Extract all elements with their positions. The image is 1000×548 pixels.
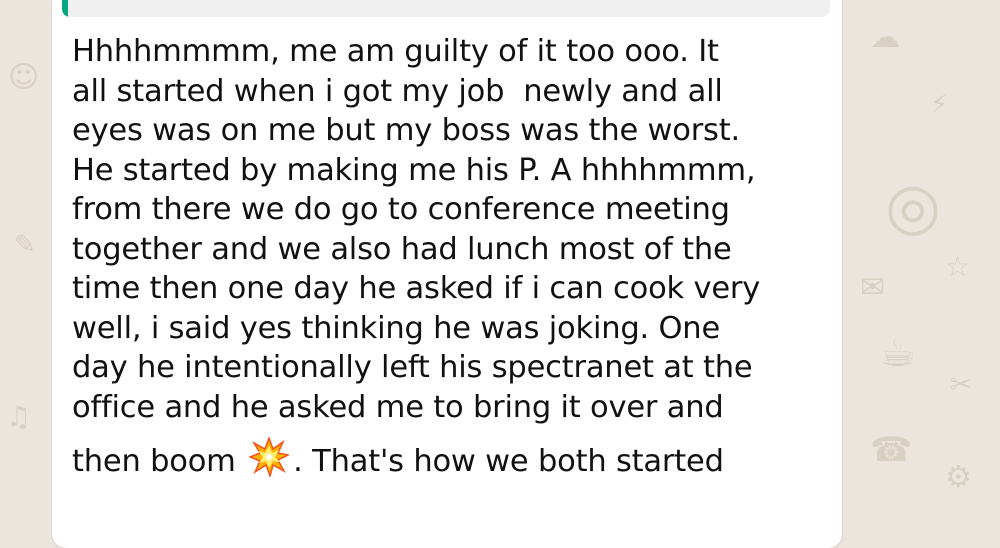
message-line-before-emoji: then boom — [72, 444, 246, 479]
wallpaper-doodle-icon: ☕ — [880, 330, 916, 376]
message-line: time then one day he asked if i can cook… — [72, 271, 761, 306]
wallpaper-doodle-icon: ☺ — [8, 60, 40, 95]
message-line: well, i said yes thinking he was joking.… — [72, 310, 721, 346]
wallpaper-doodle-icon: ⚙ — [945, 460, 972, 495]
message-line: office and he asked me to bring it over … — [72, 389, 724, 425]
wallpaper-doodle-icon: ☆ — [945, 250, 971, 283]
message-line-after-emoji: . That's how we both started — [293, 444, 724, 479]
message-line: together and we also had lunch most of t… — [72, 231, 732, 267]
wallpaper-doodle-icon: ✎ — [14, 230, 36, 260]
message-line: eyes was on me but my boss was the worst… — [72, 113, 740, 148]
wallpaper-doodle-icon: ✂ — [950, 370, 972, 400]
collision-emoji-icon — [248, 435, 291, 488]
wallpaper-doodle-icon: ☁ — [870, 20, 900, 55]
quoted-message-preview[interactable] — [62, 0, 830, 17]
message-line: He started by making me his P. A hhhhmmm… — [72, 152, 756, 188]
message-line: Hhhhmmmm, me am guilty of it too ooo. It — [72, 34, 719, 69]
message-line-last: then boom . That's how we both started — [72, 435, 832, 488]
wallpaper-doodle-icon: ♫ — [6, 400, 32, 433]
wallpaper-doodle-icon: ☎ — [870, 430, 913, 470]
message-bubble[interactable]: Hhhhmmmm, me am guilty of it too ooo. It… — [52, 0, 842, 548]
wallpaper-doodle-icon: ⚡ — [930, 90, 949, 120]
message-text: Hhhhmmmm, me am guilty of it too ooo. It… — [72, 32, 832, 488]
wallpaper-doodle-icon: ◎ — [885, 170, 941, 244]
quote-accent-bar — [62, 0, 68, 17]
message-line: all started when i got my job newly and … — [72, 73, 723, 109]
wallpaper-doodle-icon: ✉ — [860, 270, 886, 305]
message-line: from there we do go to conference meetin… — [72, 192, 730, 227]
message-line: day he intentionally left his spectranet… — [72, 350, 753, 385]
